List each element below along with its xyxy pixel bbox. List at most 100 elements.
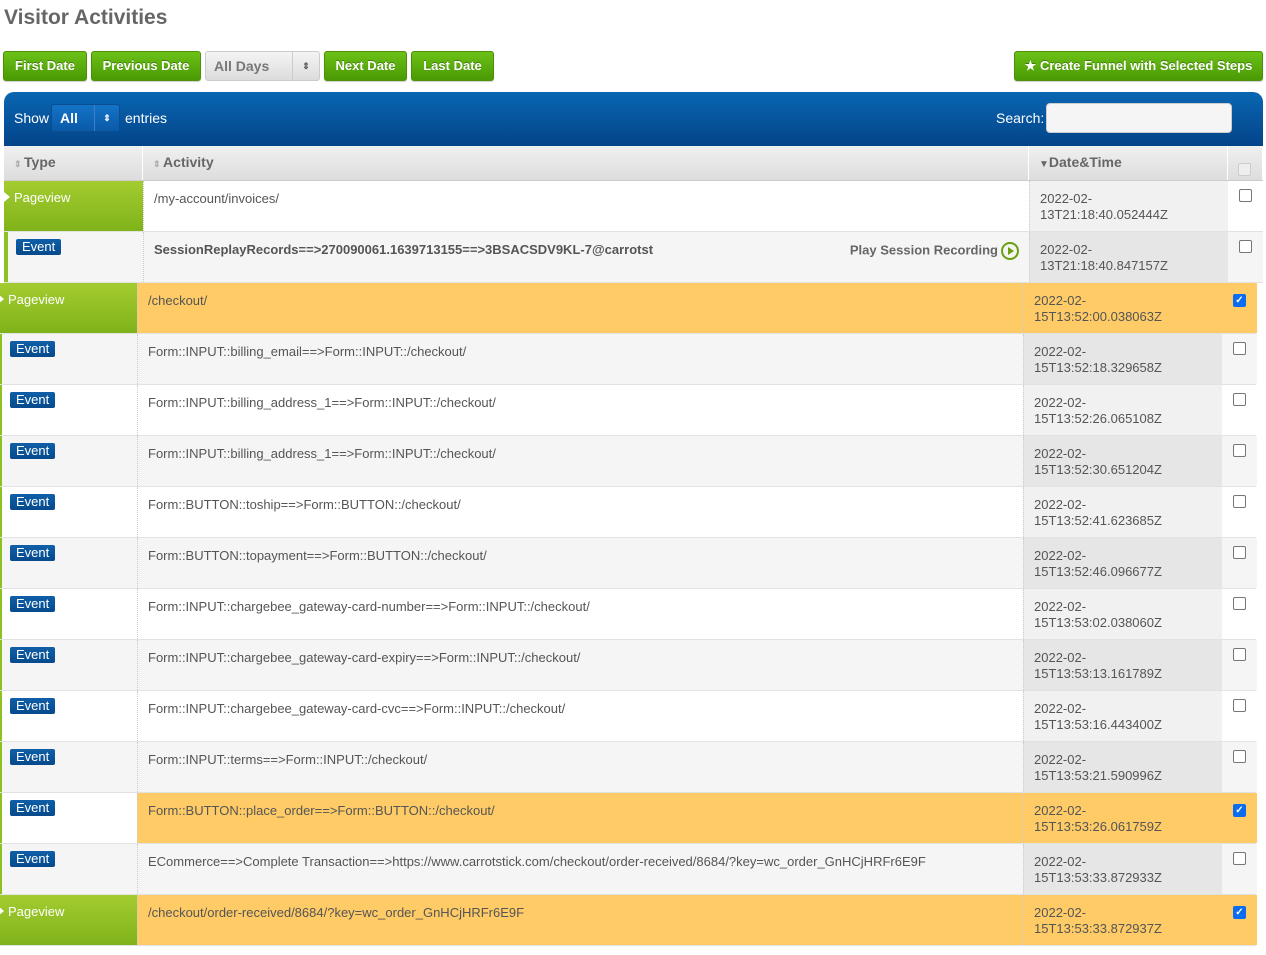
row-checkbox[interactable]	[1222, 436, 1257, 486]
search-input[interactable]	[1046, 103, 1232, 133]
checkbox-icon	[1239, 189, 1252, 202]
checkbox-icon: ✓	[1233, 804, 1246, 817]
datetime-cell: 2022-02-15T13:53:16.443400Z	[1023, 691, 1222, 741]
days-select-value: All Days	[214, 58, 270, 74]
checkbox-icon: ✓	[1233, 906, 1246, 919]
activity-cell: Form::INPUT::terms==>Form::INPUT::/check…	[137, 742, 1023, 792]
create-funnel-button[interactable]: ★ Create Funnel with Selected Steps	[1014, 51, 1263, 81]
row-checkbox[interactable]	[1222, 589, 1257, 639]
sort-desc-icon: ▼	[1039, 159, 1049, 170]
select-all-checkbox[interactable]	[1228, 146, 1263, 180]
datetime-text: 2022-02-15T13:52:30.651204Z	[1034, 446, 1162, 477]
activity-text: Form::INPUT::chargebee_gateway-card-cvc=…	[148, 701, 566, 716]
row-checkbox[interactable]	[1228, 232, 1263, 282]
play-label: Play Session Recording	[849, 242, 998, 258]
activity-text: /checkout/	[148, 293, 208, 308]
activity-cell: ECommerce==>Complete Transaction==>https…	[137, 844, 1023, 894]
event-badge: Event	[10, 545, 56, 561]
row-checkbox[interactable]	[1222, 385, 1257, 435]
datetime-text: 2022-02-13T21:18:40.847157Z	[1040, 242, 1168, 273]
activity-text: /my-account/invoices/	[154, 191, 279, 206]
row-checkbox[interactable]	[1222, 844, 1257, 894]
type-pageview: Pageview	[14, 190, 71, 205]
table-row: Event SessionReplayRecords==>270090061.16…	[4, 232, 1263, 283]
activity-text: /checkout/order-received/8684/?key=wc_or…	[148, 905, 525, 920]
table-row: Event Form::INPUT::billing_address_1==>Fo…	[0, 436, 1257, 487]
row-checkbox[interactable]: ✓	[1222, 283, 1257, 333]
datetime-cell: 2022-02-15T13:53:26.061759Z	[1023, 793, 1222, 843]
datetime-text: 2022-02-15T13:52:26.065108Z	[1034, 395, 1162, 426]
activity-text: Form::INPUT::chargebee_gateway-card-numb…	[148, 599, 590, 614]
length-value: All	[60, 110, 78, 126]
activity-cell: SessionReplayRecords==>270090061.1639713…	[143, 232, 1029, 282]
row-checkbox[interactable]: ✓	[1222, 793, 1257, 843]
column-activity-label: Activity	[163, 154, 214, 170]
type-cell: Event	[0, 742, 137, 792]
datetime-cell: 2022-02-15T13:52:41.623685Z	[1023, 487, 1222, 537]
checkbox-icon: ✓	[1233, 294, 1246, 307]
table-row: Pageview/checkout/order-received/8684/?k…	[0, 895, 1257, 946]
next-date-button[interactable]: Next Date	[324, 51, 407, 81]
table-row: Event Form::BUTTON::topayment==>Form::BUT…	[0, 538, 1257, 589]
checkbox-icon	[1233, 699, 1246, 712]
datetime-cell: 2022-02-15T13:53:21.590996Z	[1023, 742, 1222, 792]
activity-cell: /my-account/invoices/	[143, 181, 1029, 231]
show-label: Show	[14, 110, 50, 126]
table-controls: Show All ⇕ entries Search:	[4, 92, 1263, 146]
row-checkbox[interactable]	[1222, 691, 1257, 741]
activity-text: Form::BUTTON::topayment==>Form::BUTTON::…	[148, 548, 487, 563]
previous-date-button[interactable]: Previous Date	[91, 51, 201, 81]
datetime-text: 2022-02-15T13:53:13.161789Z	[1034, 650, 1162, 681]
play-session-recording-link[interactable]: Play Session Recording	[850, 242, 1019, 260]
type-cell: Event	[0, 436, 137, 486]
type-cell: Event	[0, 640, 137, 690]
row-checkbox[interactable]	[1222, 538, 1257, 588]
days-select[interactable]: All Days ⇕	[205, 51, 320, 81]
column-type[interactable]: ⇕ Type	[4, 146, 143, 180]
row-checkbox[interactable]	[1222, 487, 1257, 537]
datetime-text: 2022-02-15T13:53:02.038060Z	[1034, 599, 1162, 630]
datetime-text: 2022-02-13T21:18:40.052444Z	[1040, 191, 1168, 222]
checkbox-icon	[1233, 495, 1246, 508]
checkbox-icon	[1233, 750, 1246, 763]
table-row: Event Form::INPUT::billing_address_1==>Fo…	[0, 385, 1257, 436]
checkbox-icon	[1238, 163, 1251, 176]
activity-text: Form::INPUT::terms==>Form::INPUT::/check…	[148, 752, 428, 767]
datetime-cell: 2022-02-15T13:52:00.038063Z	[1023, 283, 1222, 333]
table-row: Pageview/my-account/invoices/2022-02-13T…	[4, 181, 1263, 232]
column-datetime-label: Date&Time	[1048, 154, 1122, 170]
datetime-text: 2022-02-15T13:53:16.443400Z	[1034, 701, 1162, 732]
row-checkbox[interactable]: ✓	[1222, 895, 1257, 945]
checkbox-icon	[1233, 648, 1246, 661]
entries-length-select[interactable]: All ⇕	[51, 104, 120, 132]
table-row: Event Form::INPUT::terms==>Form::INPUT::/…	[0, 742, 1257, 793]
checkbox-icon	[1233, 444, 1246, 457]
activity-text: ECommerce==>Complete Transaction==>https…	[148, 854, 926, 869]
row-checkbox[interactable]	[1222, 640, 1257, 690]
activity-table: Pageview/my-account/invoices/2022-02-13T…	[0, 181, 1263, 946]
column-datetime[interactable]: ▼Date&Time	[1029, 146, 1228, 180]
activity-cell: Form::BUTTON::topayment==>Form::BUTTON::…	[137, 538, 1023, 588]
activity-cell: Form::INPUT::billing_address_1==>Form::I…	[137, 436, 1023, 486]
type-cell: Event	[0, 793, 137, 843]
datetime-cell: 2022-02-15T13:52:30.651204Z	[1023, 436, 1222, 486]
table-header: ⇕ Type ⇕ Activity ▼Date&Time	[4, 146, 1263, 181]
select-arrows-icon: ⇕	[94, 105, 119, 131]
last-date-button[interactable]: Last Date	[411, 51, 494, 81]
activity-cell: /checkout/order-received/8684/?key=wc_or…	[137, 895, 1023, 945]
row-checkbox[interactable]	[1222, 742, 1257, 792]
first-date-button[interactable]: First Date	[3, 51, 87, 81]
row-checkbox[interactable]	[1222, 334, 1257, 384]
checkbox-icon	[1233, 852, 1246, 865]
datetime-text: 2022-02-15T13:53:33.872937Z	[1034, 905, 1162, 936]
type-cell: Pageview	[4, 181, 143, 231]
datetime-text: 2022-02-15T13:53:26.061759Z	[1034, 803, 1162, 834]
event-badge: Event	[10, 749, 56, 765]
datetime-text: 2022-02-15T13:52:00.038063Z	[1034, 293, 1162, 324]
type-pageview: Pageview	[8, 904, 65, 919]
row-checkbox[interactable]	[1228, 181, 1263, 231]
column-activity[interactable]: ⇕ Activity	[143, 146, 1029, 180]
sort-icon: ⇕	[14, 159, 25, 169]
event-badge: Event	[16, 239, 62, 255]
activity-cell: Form::BUTTON::place_order==>Form::BUTTON…	[137, 793, 1023, 843]
